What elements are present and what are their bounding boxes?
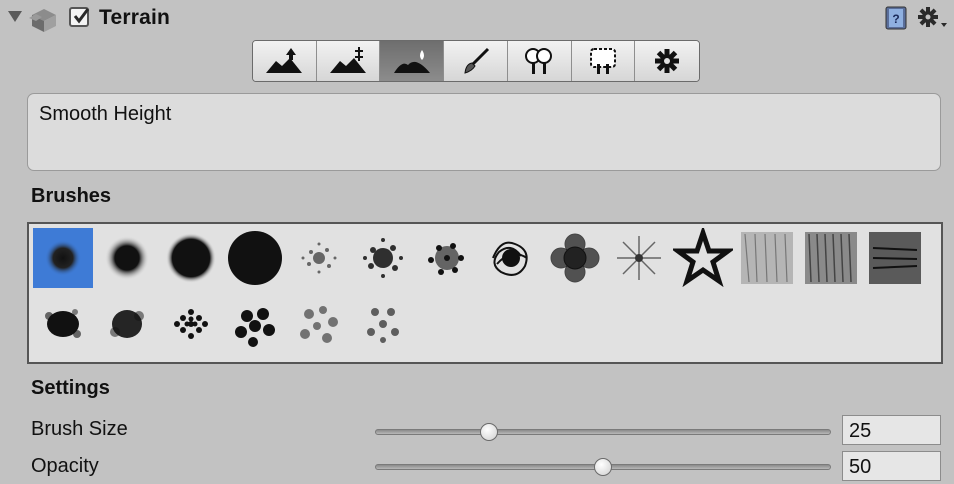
brush-noise-speckle[interactable] [417,228,477,288]
component-header: Terrain ? [0,0,954,38]
paint-height-icon [330,47,367,73]
brush-dots-fine[interactable] [161,294,221,354]
brush-scribble[interactable] [481,228,541,288]
foldout-arrow-icon[interactable] [8,11,22,22]
paint-texture-button[interactable] [444,41,508,81]
brush-size-slider[interactable] [375,429,831,435]
enabled-checkbox[interactable] [69,7,90,27]
component-title: Terrain [99,6,171,29]
brush-texture-light[interactable] [737,228,797,288]
brush-flower[interactable] [545,228,605,288]
place-trees-icon [525,48,553,74]
raise-lower-icon [266,48,303,73]
svg-text:?: ? [892,12,899,26]
brush-cloud-1[interactable] [289,294,349,354]
brush-splat-1[interactable] [33,294,93,354]
opacity-field[interactable]: 50 [842,451,941,481]
brush-soft-medium[interactable] [97,228,157,288]
brushes-heading: Brushes [31,185,112,207]
terrain-settings-icon [655,49,680,73]
brush-noise-dense[interactable] [353,228,413,288]
brush-dots-large[interactable] [225,294,285,354]
tool-description: Smooth Height [39,103,172,125]
paint-details-button[interactable] [571,41,636,81]
paint-texture-icon [463,47,489,74]
check-icon [73,8,90,24]
brush-hard-circle[interactable] [225,228,285,288]
paint-details-icon [589,48,616,74]
help-book-icon[interactable]: ? [884,6,908,30]
terrain-settings-button[interactable] [635,41,699,81]
smooth-height-button[interactable] [380,41,445,81]
brush-soft-small[interactable] [33,228,93,288]
opacity-slider-thumb[interactable] [594,458,612,476]
brush-texture-dark[interactable] [865,228,925,288]
brush-star[interactable] [673,228,733,288]
opacity-label: Opacity [31,455,99,477]
brush-cloud-2[interactable] [353,294,413,354]
brush-size-field[interactable]: 25 [842,415,941,445]
brush-grid [27,222,943,364]
tool-description-box: Smooth Height [27,93,941,171]
brush-noise-sparse[interactable] [289,228,349,288]
brush-size-label: Brush Size [31,418,128,440]
terrain-object-icon [29,9,56,32]
raise-lower-terrain-button[interactable] [253,41,317,81]
place-trees-button[interactable] [507,41,572,81]
brush-splat-2[interactable] [97,294,157,354]
brush-soft-large[interactable] [161,228,221,288]
terrain-tool-bar [252,40,700,82]
settings-gear-icon[interactable] [917,5,949,31]
smooth-height-icon [393,50,430,73]
paint-height-button[interactable] [316,41,381,81]
brush-size-slider-thumb[interactable] [480,423,498,441]
settings-heading: Settings [31,377,110,399]
brush-texture-medium[interactable] [801,228,861,288]
brush-star-burst[interactable] [609,228,669,288]
